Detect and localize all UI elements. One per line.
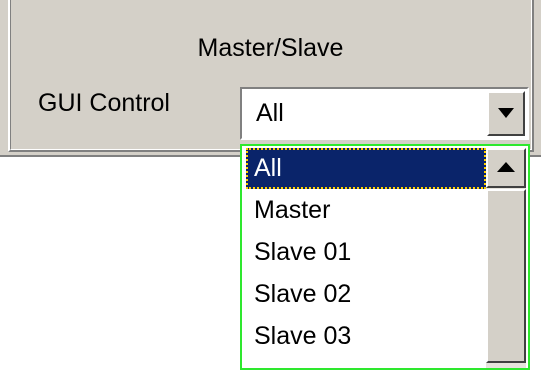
master-slave-group: Master/Slave GUI Control All [0,0,541,157]
gui-control-dropdown-list[interactable]: All Master Slave 01 Slave 02 Slave 03 [240,144,530,370]
option-master[interactable]: Master [246,190,486,231]
scroll-thumb[interactable] [486,189,526,363]
scroll-up-button[interactable] [486,148,526,188]
gui-control-label: GUI Control [38,89,170,117]
option-slave-02[interactable]: Slave 02 [246,274,486,315]
group-title: Master/Slave [197,34,344,62]
gui-control-selected-value: All [256,99,284,127]
gui-control-combobox[interactable]: All [240,87,529,140]
option-slave-03[interactable]: Slave 03 [246,316,486,357]
combo-dropdown-button[interactable] [487,91,525,136]
chevron-down-icon [498,108,514,118]
master-slave-dialog: Master/Slave GUI Control All All Master … [0,0,541,370]
arrow-up-icon [497,162,515,172]
option-all[interactable]: All [246,148,486,189]
option-slave-01[interactable]: Slave 01 [246,232,486,273]
dropdown-scrollbar[interactable] [486,148,526,368]
